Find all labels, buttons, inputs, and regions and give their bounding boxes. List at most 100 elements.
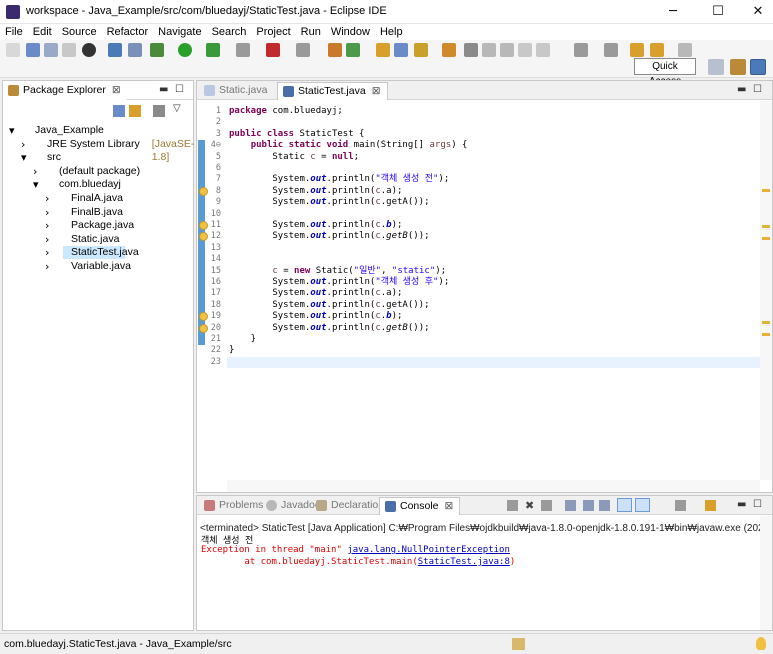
collapse-all-icon[interactable]: [113, 105, 125, 117]
skip-breakpoints-icon[interactable]: [128, 43, 142, 57]
maximize-button[interactable]: ☐: [698, 0, 738, 24]
menu-navigate[interactable]: Navigate: [153, 24, 206, 40]
debug-icon[interactable]: [150, 43, 164, 57]
maximize-view-icon[interactable]: ☐: [753, 84, 762, 95]
remove-all-icon[interactable]: [541, 500, 552, 511]
chevron-right-icon[interactable]: ›: [45, 219, 49, 232]
tab-statictest-java[interactable]: StaticTest.java ⊠: [277, 82, 388, 100]
back-icon[interactable]: [650, 43, 664, 57]
minimize-view-icon[interactable]: ▬: [737, 84, 746, 95]
chevron-right-icon[interactable]: ›: [45, 260, 49, 273]
debug-profile-icon[interactable]: [82, 43, 96, 57]
code-area[interactable]: package com.bluedayj; public class Static…: [227, 101, 760, 480]
open-perspective-icon[interactable]: [708, 59, 724, 75]
warning-marker-icon[interactable]: [199, 186, 208, 196]
overview-warning-mark[interactable]: [762, 321, 770, 324]
tab-console[interactable]: Console ⊠: [379, 497, 461, 515]
overview-warning-mark[interactable]: [762, 225, 770, 228]
toggle-mark-icon[interactable]: [464, 43, 478, 57]
new-java-project-icon[interactable]: [328, 43, 342, 57]
block-selection-icon[interactable]: [482, 43, 496, 57]
scroll-lock-icon[interactable]: [583, 500, 594, 511]
open-task-icon[interactable]: [394, 43, 408, 57]
disconnect-icon[interactable]: [296, 43, 310, 57]
stop-icon[interactable]: [266, 43, 280, 57]
editor-vertical-scrollbar[interactable]: [760, 101, 772, 480]
open-console-icon[interactable]: [705, 500, 716, 511]
chevron-down-icon[interactable]: ▾: [9, 124, 15, 137]
warning-marker-icon[interactable]: [199, 221, 208, 230]
next-annotation-icon[interactable]: [574, 43, 588, 57]
search-icon[interactable]: [414, 43, 428, 57]
exception-link[interactable]: java.lang.NullPointerException: [347, 545, 510, 555]
menu-refactor[interactable]: Refactor: [102, 24, 154, 40]
overview-warning-mark[interactable]: [762, 237, 770, 240]
save-all-icon[interactable]: [44, 43, 58, 57]
close-icon[interactable]: ⊠: [112, 84, 121, 96]
word-wrap-icon[interactable]: [599, 500, 610, 511]
menu-search[interactable]: Search: [207, 24, 252, 40]
maximize-view-icon[interactable]: ☐: [175, 84, 184, 95]
stacktrace-link[interactable]: StaticTest.java:8: [418, 557, 510, 567]
view-menu-icon[interactable]: ▽: [173, 103, 181, 114]
clear-console-icon[interactable]: [565, 500, 576, 511]
maximize-view-icon[interactable]: ☐: [753, 499, 762, 510]
remove-launch-icon[interactable]: ✖: [525, 499, 534, 512]
overview-warning-mark[interactable]: [762, 333, 770, 336]
focus-icon[interactable]: [153, 105, 165, 117]
java-ee-perspective-icon[interactable]: [730, 59, 746, 75]
menu-window[interactable]: Window: [326, 24, 375, 40]
progress-icon[interactable]: [512, 638, 525, 650]
minimize-view-icon[interactable]: ▬: [737, 499, 746, 510]
tip-lightbulb-icon[interactable]: [756, 637, 766, 650]
console-vertical-scrollbar[interactable]: [760, 516, 772, 630]
chevron-down-icon[interactable]: ▾: [21, 151, 27, 164]
show-whitespace-icon[interactable]: [518, 43, 532, 57]
run-icon[interactable]: [178, 43, 192, 57]
chevron-right-icon[interactable]: ›: [45, 233, 49, 246]
forward-icon[interactable]: [678, 43, 692, 57]
chevron-right-icon[interactable]: ›: [45, 206, 49, 219]
chevron-right-icon[interactable]: ›: [45, 246, 49, 259]
show-on-output-icon[interactable]: [617, 498, 632, 512]
menu-run[interactable]: Run: [296, 24, 326, 40]
close-button[interactable]: ✕: [738, 0, 773, 24]
save-icon[interactable]: [26, 43, 40, 57]
last-edit-icon[interactable]: [630, 43, 644, 57]
tab-problems[interactable]: Problems: [199, 497, 269, 515]
minimize-view-icon[interactable]: ▬: [159, 84, 168, 95]
warning-marker-icon[interactable]: [199, 323, 208, 333]
menu-help[interactable]: Help: [375, 24, 408, 40]
show-on-error-icon[interactable]: [635, 498, 650, 512]
word-wrap-icon[interactable]: [500, 43, 514, 57]
open-folder-icon[interactable]: [442, 43, 456, 57]
menu-file[interactable]: File: [0, 24, 28, 40]
quick-access-field[interactable]: Quick Access: [634, 58, 696, 87]
menu-edit[interactable]: Edit: [28, 24, 57, 40]
link-with-editor-icon[interactable]: [129, 105, 141, 117]
close-icon[interactable]: ⊠: [445, 500, 454, 512]
chevron-right-icon[interactable]: ›: [21, 138, 25, 151]
terminate-icon[interactable]: [507, 500, 518, 511]
open-type-icon[interactable]: [376, 43, 390, 57]
editor-horizontal-scrollbar[interactable]: [227, 480, 760, 492]
chevron-right-icon[interactable]: ›: [45, 192, 49, 205]
external-tools-icon[interactable]: [236, 43, 250, 57]
new-class-icon[interactable]: [346, 43, 360, 57]
display-console-icon[interactable]: [675, 500, 686, 511]
new-icon[interactable]: [6, 43, 20, 57]
coverage-icon[interactable]: [206, 43, 220, 57]
chevron-right-icon[interactable]: ›: [33, 165, 37, 178]
java-perspective-icon[interactable]: [750, 59, 766, 75]
tree-item[interactable]: [3, 151, 191, 164]
menu-source[interactable]: Source: [57, 24, 102, 40]
minimize-button[interactable]: ─: [653, 0, 693, 24]
print-icon[interactable]: [62, 43, 76, 57]
tab-package-explorer[interactable]: Package Explorer ⊠: [3, 82, 127, 100]
close-icon[interactable]: ⊠: [372, 85, 381, 97]
terminal-icon[interactable]: [108, 43, 122, 57]
overview-warning-mark[interactable]: [762, 189, 770, 192]
tab-static-java[interactable]: Static.java: [199, 82, 273, 100]
paragraph-icon[interactable]: [536, 43, 550, 57]
menu-project[interactable]: Project: [251, 24, 295, 40]
